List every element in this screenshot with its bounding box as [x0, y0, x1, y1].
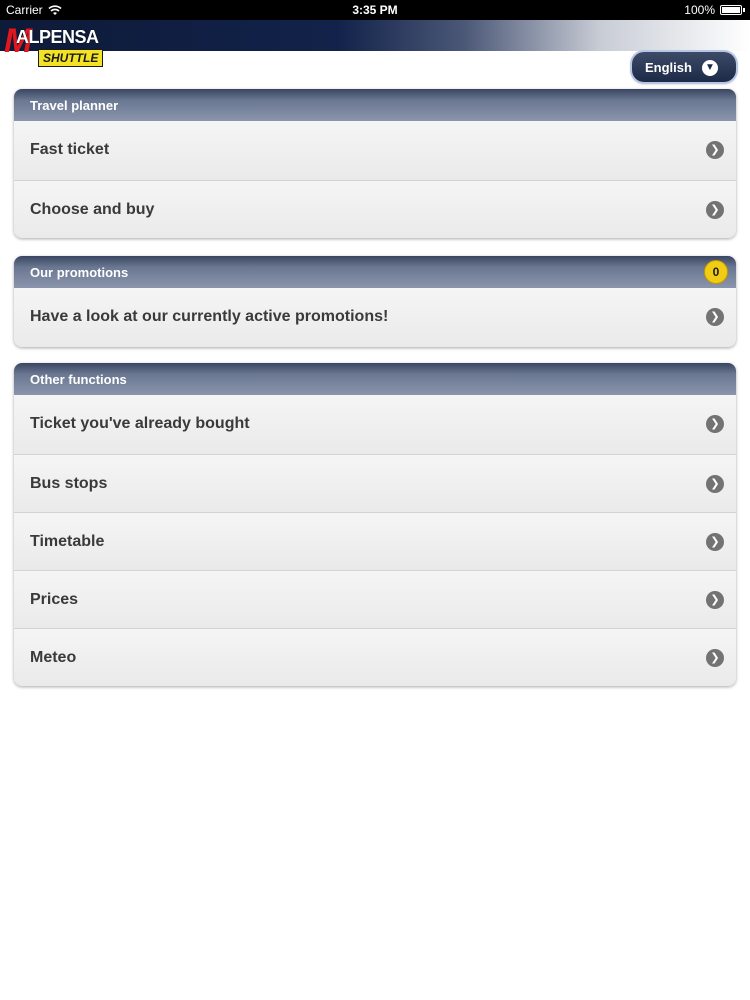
menu-item-bus-stops[interactable]: Bus stops ❯	[14, 454, 736, 512]
menu-item-label: Timetable	[30, 533, 105, 550]
menu-item-label: Fast ticket	[30, 141, 110, 158]
chevron-right-icon: ❯	[706, 308, 724, 326]
group-header: Travel planner	[14, 89, 736, 121]
status-right: 100%	[684, 3, 745, 17]
battery-icon	[720, 5, 745, 15]
promotions-count-badge: 0	[704, 260, 728, 284]
chevron-right-icon: ❯	[706, 201, 724, 219]
chevron-down-icon[interactable]: ▼	[702, 60, 718, 76]
menu-item-label: Meteo	[30, 649, 77, 666]
language-label: English	[645, 60, 692, 75]
group-travel-planner: Travel planner Fast ticket ❯ Choose and …	[14, 89, 736, 238]
menu-item-label: Have a look at our currently active prom…	[30, 308, 389, 325]
group-our-promotions: Our promotions 0 Have a look at our curr…	[14, 256, 736, 347]
menu-item-timetable[interactable]: Timetable ❯	[14, 512, 736, 570]
menu-item-prices[interactable]: Prices ❯	[14, 570, 736, 628]
group-title: Other functions	[30, 372, 127, 387]
menu-item-label: Choose and buy	[30, 201, 155, 218]
menu-item-promotions[interactable]: Have a look at our currently active prom…	[14, 288, 736, 347]
menu-item-label: Prices	[30, 591, 79, 608]
malpensa-shuttle-logo: M ALPENSA SHUTTLE	[4, 22, 116, 70]
menu-item-label: Bus stops	[30, 475, 108, 492]
menu-item-choose-and-buy[interactable]: Choose and buy ❯	[14, 180, 736, 238]
chevron-right-icon: ❯	[706, 649, 724, 667]
battery-percent: 100%	[684, 3, 715, 17]
group-other-functions: Other functions Ticket you've already bo…	[14, 363, 736, 686]
menu-item-meteo[interactable]: Meteo ❯	[14, 628, 736, 686]
menu-item-label: Ticket you've already bought	[30, 415, 250, 432]
chevron-right-icon: ❯	[706, 475, 724, 493]
chevron-right-icon: ❯	[706, 591, 724, 609]
group-header: Our promotions 0	[14, 256, 736, 288]
chevron-right-icon: ❯	[706, 415, 724, 433]
clock: 3:35 PM	[352, 3, 398, 17]
group-title: Our promotions	[30, 265, 129, 280]
chevron-right-icon: ❯	[706, 141, 724, 159]
language-selector[interactable]: English	[632, 52, 736, 82]
status-bar: Carrier 3:35 PM 100%	[0, 0, 750, 20]
menu-item-fast-ticket[interactable]: Fast ticket ❯	[14, 121, 736, 180]
chevron-right-icon: ❯	[706, 533, 724, 551]
group-header: Other functions	[14, 363, 736, 395]
group-title: Travel planner	[30, 98, 119, 113]
menu-item-tickets-bought[interactable]: Ticket you've already bought ❯	[14, 395, 736, 454]
